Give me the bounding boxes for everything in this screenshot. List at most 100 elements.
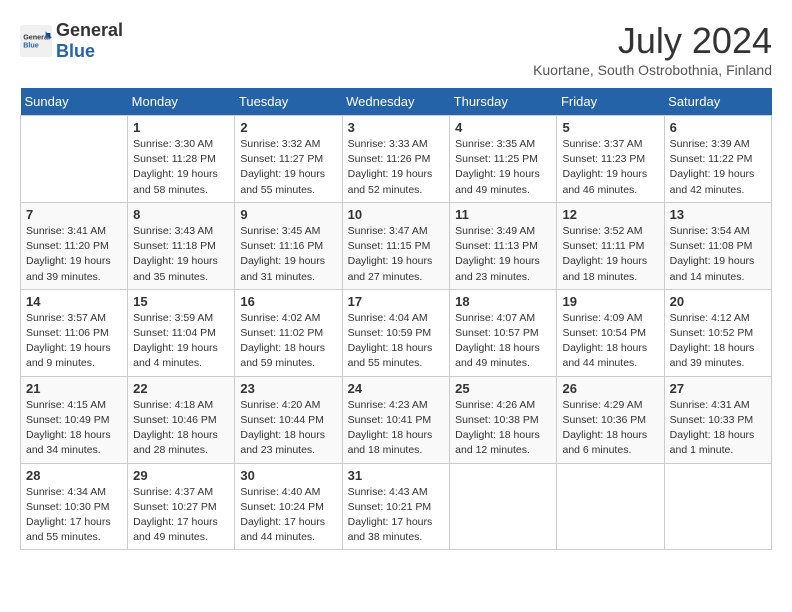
day-number: 11	[455, 207, 551, 222]
svg-text:Blue: Blue	[23, 40, 39, 49]
calendar-cell: 3Sunrise: 3:33 AMSunset: 11:26 PMDayligh…	[342, 116, 450, 203]
day-number: 25	[455, 381, 551, 396]
logo-icon: General Blue	[20, 25, 52, 57]
day-detail: Sunrise: 4:34 AMSunset: 10:30 PMDaylight…	[26, 485, 122, 546]
weekday-header-monday: Monday	[128, 88, 235, 116]
calendar-week-1: 1 Sunrise: 3:30 AMSunset: 11:28 PMDayligh…	[21, 116, 772, 203]
weekday-header-thursday: Thursday	[450, 88, 557, 116]
logo: General Blue General Blue	[20, 20, 123, 62]
day-number: 14	[26, 294, 122, 309]
day-number: 2	[240, 120, 336, 135]
day-detail: Sunrise: 4:02 AMSunset: 11:02 PMDaylight…	[240, 311, 336, 372]
calendar-cell: 18 Sunrise: 4:07 AMSunset: 10:57 PMDaylig…	[450, 289, 557, 376]
calendar-cell: 9 Sunrise: 3:45 AMSunset: 11:16 PMDayligh…	[235, 202, 342, 289]
calendar-week-4: 21 Sunrise: 4:15 AMSunset: 10:49 PMDaylig…	[21, 376, 772, 463]
weekday-header-saturday: Saturday	[664, 88, 771, 116]
day-detail: Sunrise: 3:57 AMSunset: 11:06 PMDaylight…	[26, 311, 122, 372]
month-title: July 2024	[533, 20, 772, 62]
page-header: General Blue General Blue July 2024 Kuor…	[20, 20, 772, 78]
day-detail: Sunrise: 3:39 AMSunset: 11:22 PMDaylight…	[670, 137, 766, 198]
day-number: 27	[670, 381, 766, 396]
day-detail: Sunrise: 3:35 AMSunset: 11:25 PMDaylight…	[455, 137, 551, 198]
calendar-cell: 16 Sunrise: 4:02 AMSunset: 11:02 PMDaylig…	[235, 289, 342, 376]
calendar-cell: 24 Sunrise: 4:23 AMSunset: 10:41 PMDaylig…	[342, 376, 450, 463]
calendar-cell: 12 Sunrise: 3:52 AMSunset: 11:11 PMDaylig…	[557, 202, 664, 289]
day-number: 30	[240, 468, 336, 483]
calendar-cell: 5 Sunrise: 3:37 AMSunset: 11:23 PMDayligh…	[557, 116, 664, 203]
calendar-cell: 10Sunrise: 3:47 AMSunset: 11:15 PMDaylig…	[342, 202, 450, 289]
day-detail: Sunrise: 4:37 AMSunset: 10:27 PMDaylight…	[133, 485, 229, 546]
calendar-table: SundayMondayTuesdayWednesdayThursdayFrid…	[20, 88, 772, 550]
day-number: 3	[348, 120, 445, 135]
day-detail: Sunrise: 3:49 AMSunset: 11:13 PMDaylight…	[455, 224, 551, 285]
weekday-header-wednesday: Wednesday	[342, 88, 450, 116]
day-detail: Sunrise: 3:32 AMSunset: 11:27 PMDaylight…	[240, 137, 336, 198]
day-number: 31	[348, 468, 445, 483]
day-number: 22	[133, 381, 229, 396]
day-number: 9	[240, 207, 336, 222]
day-number: 18	[455, 294, 551, 309]
calendar-cell: 8 Sunrise: 3:43 AMSunset: 11:18 PMDayligh…	[128, 202, 235, 289]
day-number: 23	[240, 381, 336, 396]
calendar-cell: 4 Sunrise: 3:35 AMSunset: 11:25 PMDayligh…	[450, 116, 557, 203]
day-detail: Sunrise: 4:12 AMSunset: 10:52 PMDaylight…	[670, 311, 766, 372]
calendar-cell: 15 Sunrise: 3:59 AMSunset: 11:04 PMDaylig…	[128, 289, 235, 376]
calendar-cell: 28 Sunrise: 4:34 AMSunset: 10:30 PMDaylig…	[21, 463, 128, 550]
day-detail: Sunrise: 4:26 AMSunset: 10:38 PMDaylight…	[455, 398, 551, 459]
day-number: 13	[670, 207, 766, 222]
calendar-week-2: 7Sunrise: 3:41 AMSunset: 11:20 PMDayligh…	[21, 202, 772, 289]
day-number: 29	[133, 468, 229, 483]
day-detail: Sunrise: 4:15 AMSunset: 10:49 PMDaylight…	[26, 398, 122, 459]
day-number: 19	[562, 294, 658, 309]
calendar-cell: 1 Sunrise: 3:30 AMSunset: 11:28 PMDayligh…	[128, 116, 235, 203]
day-detail: Sunrise: 3:45 AMSunset: 11:16 PMDaylight…	[240, 224, 336, 285]
calendar-header-row: SundayMondayTuesdayWednesdayThursdayFrid…	[21, 88, 772, 116]
day-detail: Sunrise: 3:59 AMSunset: 11:04 PMDaylight…	[133, 311, 229, 372]
day-number: 4	[455, 120, 551, 135]
day-detail: Sunrise: 3:30 AMSunset: 11:28 PMDaylight…	[133, 137, 229, 198]
day-detail: Sunrise: 4:31 AMSunset: 10:33 PMDaylight…	[670, 398, 766, 459]
day-number: 28	[26, 468, 122, 483]
day-detail: Sunrise: 3:43 AMSunset: 11:18 PMDaylight…	[133, 224, 229, 285]
calendar-cell: 14 Sunrise: 3:57 AMSunset: 11:06 PMDaylig…	[21, 289, 128, 376]
day-detail: Sunrise: 3:37 AMSunset: 11:23 PMDaylight…	[562, 137, 658, 198]
title-section: July 2024 Kuortane, South Ostrobothnia, …	[533, 20, 772, 78]
calendar-cell: 30Sunrise: 4:40 AMSunset: 10:24 PMDaylig…	[235, 463, 342, 550]
calendar-cell: 25 Sunrise: 4:26 AMSunset: 10:38 PMDaylig…	[450, 376, 557, 463]
calendar-week-3: 14 Sunrise: 3:57 AMSunset: 11:06 PMDaylig…	[21, 289, 772, 376]
day-detail: Sunrise: 3:52 AMSunset: 11:11 PMDaylight…	[562, 224, 658, 285]
location-title: Kuortane, South Ostrobothnia, Finland	[533, 62, 772, 78]
day-detail: Sunrise: 4:20 AMSunset: 10:44 PMDaylight…	[240, 398, 336, 459]
day-number: 24	[348, 381, 445, 396]
calendar-cell: 6 Sunrise: 3:39 AMSunset: 11:22 PMDayligh…	[664, 116, 771, 203]
logo-blue-text: Blue	[56, 41, 95, 61]
calendar-week-5: 28 Sunrise: 4:34 AMSunset: 10:30 PMDaylig…	[21, 463, 772, 550]
day-number: 15	[133, 294, 229, 309]
day-detail: Sunrise: 4:04 AMSunset: 10:59 PMDaylight…	[348, 311, 445, 372]
weekday-header-friday: Friday	[557, 88, 664, 116]
calendar-cell: 2 Sunrise: 3:32 AMSunset: 11:27 PMDayligh…	[235, 116, 342, 203]
calendar-cell: 19 Sunrise: 4:09 AMSunset: 10:54 PMDaylig…	[557, 289, 664, 376]
day-number: 6	[670, 120, 766, 135]
day-number: 12	[562, 207, 658, 222]
day-number: 21	[26, 381, 122, 396]
calendar-cell: 21 Sunrise: 4:15 AMSunset: 10:49 PMDaylig…	[21, 376, 128, 463]
calendar-cell: 23 Sunrise: 4:20 AMSunset: 10:44 PMDaylig…	[235, 376, 342, 463]
calendar-cell: 31Sunrise: 4:43 AMSunset: 10:21 PMDaylig…	[342, 463, 450, 550]
calendar-cell	[557, 463, 664, 550]
day-number: 8	[133, 207, 229, 222]
weekday-header-sunday: Sunday	[21, 88, 128, 116]
calendar-cell	[664, 463, 771, 550]
day-detail: Sunrise: 4:18 AMSunset: 10:46 PMDaylight…	[133, 398, 229, 459]
day-number: 1	[133, 120, 229, 135]
day-number: 5	[562, 120, 658, 135]
calendar-cell: 26Sunrise: 4:29 AMSunset: 10:36 PMDaylig…	[557, 376, 664, 463]
logo-general-text: General	[56, 20, 123, 40]
day-detail: Sunrise: 4:09 AMSunset: 10:54 PMDaylight…	[562, 311, 658, 372]
day-detail: Sunrise: 3:41 AMSunset: 11:20 PMDaylight…	[26, 224, 122, 285]
calendar-cell	[21, 116, 128, 203]
day-number: 16	[240, 294, 336, 309]
day-detail: Sunrise: 4:07 AMSunset: 10:57 PMDaylight…	[455, 311, 551, 372]
day-detail: Sunrise: 4:23 AMSunset: 10:41 PMDaylight…	[348, 398, 445, 459]
calendar-cell: 7Sunrise: 3:41 AMSunset: 11:20 PMDayligh…	[21, 202, 128, 289]
